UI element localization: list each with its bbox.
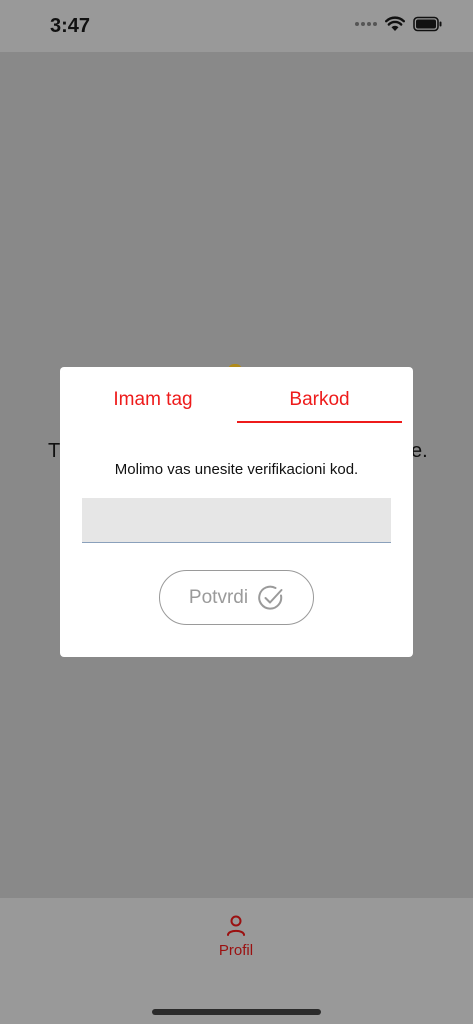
verification-dialog: Imam tag Barkod Molimo vas unesite verif…: [60, 367, 413, 657]
status-bar: 3:47: [0, 0, 473, 52]
verification-prompt: Molimo vas unesite verifikacioni kod.: [114, 461, 359, 478]
bottom-tab-bar: Profil: [0, 898, 473, 1024]
tab-barkod[interactable]: Barkod: [237, 389, 402, 425]
tab-bar-item-profile[interactable]: Profil: [196, 914, 276, 974]
background-text-right: e.: [411, 440, 428, 462]
verification-code-input[interactable]: [82, 498, 391, 543]
wifi-icon: [385, 16, 405, 31]
active-tab-indicator: [237, 421, 402, 423]
confirm-button-label: Potvrdi: [188, 586, 249, 608]
status-icons: [355, 16, 443, 32]
battery-icon: [413, 16, 442, 32]
cellular-signal-icon: [355, 22, 377, 26]
status-time: 3:47: [50, 15, 91, 37]
user-icon: [227, 915, 245, 936]
check-circle-icon: [258, 585, 283, 610]
dialog-tabs: Imam tag Barkod: [60, 367, 413, 425]
tab-imam-tag[interactable]: Imam tag: [78, 389, 228, 425]
confirm-button[interactable]: Potvrdi: [159, 570, 314, 625]
tab-bar-item-label: Profil: [218, 942, 254, 959]
home-indicator[interactable]: [152, 1009, 321, 1015]
background-text-left: T: [48, 440, 61, 462]
